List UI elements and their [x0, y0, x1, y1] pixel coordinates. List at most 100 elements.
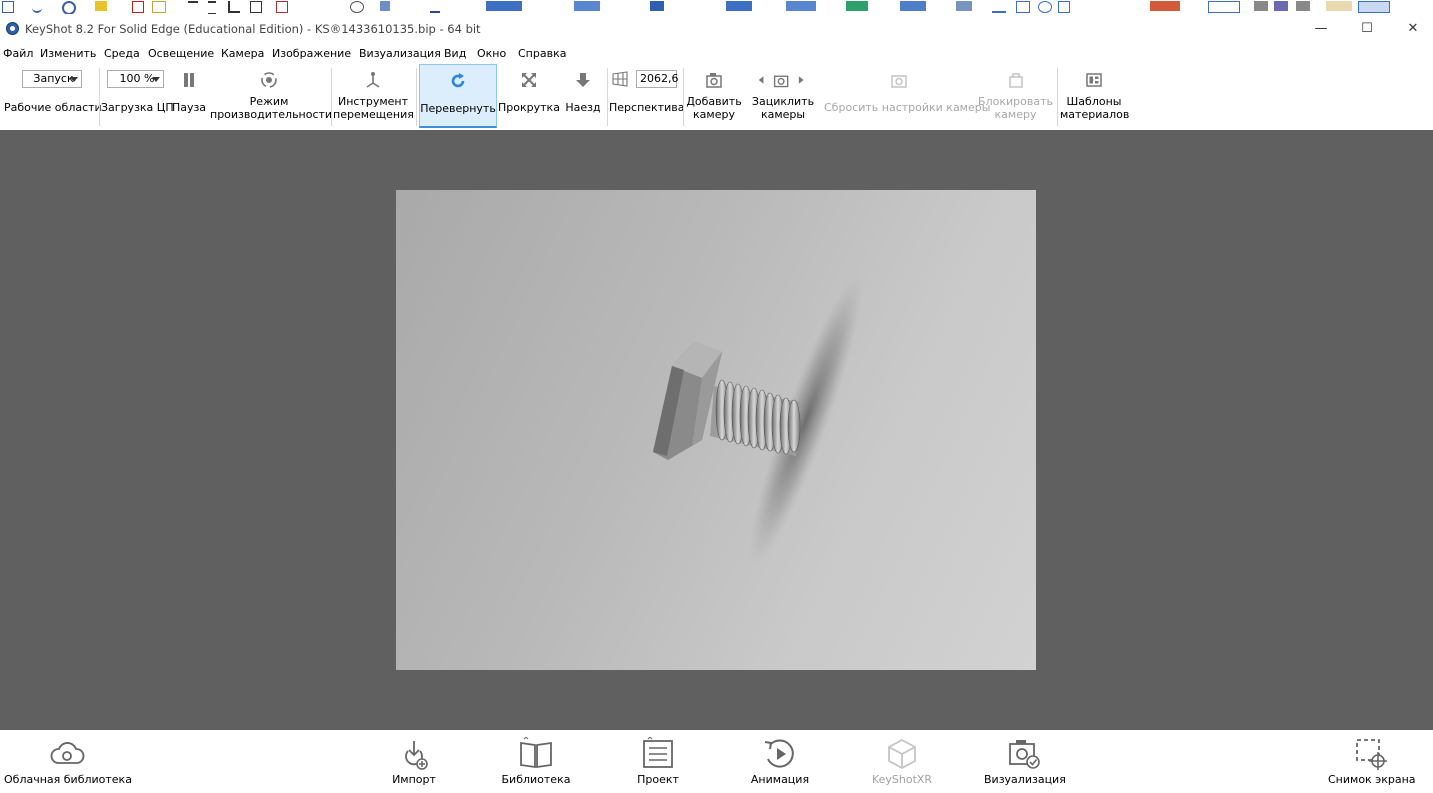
keyshotxr-label: KeyShotXR — [871, 773, 933, 786]
lock-camera-button[interactable]: Блокировать камеру — [978, 64, 1053, 128]
minimize-button[interactable]: — — [1298, 14, 1344, 44]
move-tool-icon — [366, 72, 380, 88]
ribbon-fragment-icon — [1058, 1, 1070, 13]
pause-icon — [184, 73, 194, 87]
ribbon-fragment-icon — [208, 1, 216, 14]
cpu-usage-label: Загрузка ЦП — [101, 101, 174, 114]
menu-window[interactable]: Окно — [477, 47, 506, 60]
dolly-button[interactable]: Наезд — [562, 64, 604, 128]
maximize-button[interactable]: ☐ — [1344, 14, 1390, 44]
move-tool-button[interactable]: Инструмент перемещения — [333, 64, 414, 128]
toolbar-divider — [607, 68, 608, 126]
performance-label: Режим производительности — [210, 95, 333, 121]
ribbon-fragment-icon — [2, 1, 14, 13]
keyshotxr-button[interactable]: KeyShotXR — [868, 730, 936, 793]
ribbon-fragment-icon — [574, 1, 600, 11]
cpu-usage-group: 100 % Загрузка ЦП — [101, 64, 174, 128]
perspective-icon — [612, 71, 628, 87]
add-camera-icon — [706, 73, 722, 88]
material-templates-icon — [1086, 73, 1102, 87]
menu-lighting[interactable]: Освещение — [148, 47, 214, 60]
ribbon-fragment-icon — [650, 1, 664, 11]
dolly-label: Наезд — [565, 101, 601, 114]
render-icon — [1009, 740, 1040, 769]
pause-button[interactable]: Пауза — [170, 64, 208, 128]
menu-help[interactable]: Справка — [518, 47, 566, 60]
import-icon — [405, 741, 428, 770]
ribbon-fragment-icon — [1296, 1, 1310, 11]
workspaces-label: Рабочие области — [4, 101, 102, 114]
cycle-camera-button[interactable]: Зациклить камеры — [748, 64, 818, 128]
viewport[interactable] — [0, 130, 1433, 730]
menu-environment[interactable]: Среда — [104, 47, 140, 60]
toolbar-divider — [683, 68, 684, 126]
reset-camera-icon — [891, 75, 907, 88]
cpu-usage-dropdown[interactable]: 100 % — [107, 70, 164, 88]
render-button[interactable]: Визуализация — [984, 730, 1066, 793]
reset-camera-label: Сбросить настройки камеры — [824, 101, 991, 114]
ribbon-fragment-icon — [250, 1, 262, 13]
tumble-button[interactable]: Перевернуть — [419, 64, 497, 128]
title-bar: KeyShot 8.2 For Solid Edge (Educational … — [0, 14, 1433, 44]
performance-mode-button[interactable]: Режим производительности — [210, 64, 333, 128]
cloud-library-icon — [50, 742, 85, 764]
ribbon-fragment-icon — [726, 1, 752, 11]
ribbon-fragment-icon — [1208, 1, 1240, 13]
tumble-icon — [451, 73, 465, 88]
ribbon-fragment-icon — [32, 1, 42, 13]
ribbon-fragment-icon — [350, 1, 364, 13]
animation-label: Анимация — [750, 773, 810, 786]
ribbon-fragment-icon — [992, 1, 1006, 13]
menu-render[interactable]: Визуализация — [359, 47, 441, 60]
cloud-library-label: Облачная библиотека — [4, 773, 132, 786]
library-button[interactable]: Библиотека — [500, 730, 572, 793]
screenshot-label: Снимок экрана — [1328, 773, 1416, 786]
ribbon-fragment-icon — [900, 1, 926, 11]
reset-camera-button[interactable]: Сбросить настройки камеры — [824, 64, 991, 128]
screenshot-button[interactable]: Снимок экрана — [1328, 730, 1416, 793]
add-camera-label: Добавить камеру — [686, 95, 742, 121]
project-label: Проект — [637, 773, 679, 786]
ribbon-fragment-icon — [62, 1, 76, 14]
import-button[interactable]: Импорт — [388, 730, 440, 793]
material-templates-button[interactable]: Шаблоны материалов — [1060, 64, 1129, 128]
keyshot-app-icon — [6, 22, 19, 35]
pan-label: Прокрутка — [498, 101, 560, 114]
menu-camera[interactable]: Камера — [221, 47, 264, 60]
ribbon-fragment-icon — [380, 1, 390, 11]
ribbon-fragment-icon — [228, 1, 240, 13]
ribbon-fragment-icon — [152, 1, 166, 13]
cloud-library-button[interactable]: Облачная библиотека — [4, 730, 132, 793]
move-tool-label: Инструмент перемещения — [333, 95, 414, 121]
menu-edit[interactable]: Изменить — [40, 47, 96, 60]
close-button[interactable]: ✕ — [1390, 14, 1433, 44]
chevron-down-icon — [70, 77, 78, 82]
ribbon-fragment-icon — [1038, 1, 1052, 13]
workspace-dropdown[interactable]: Запуск — [22, 70, 82, 88]
pan-button[interactable]: Прокрутка — [498, 64, 560, 128]
menu-view[interactable]: Вид — [444, 47, 466, 60]
project-button[interactable]: Проект — [630, 730, 686, 793]
perspective-group: 2062,6 Перспектива — [609, 64, 685, 128]
perspective-input[interactable]: 2062,6 — [636, 70, 679, 88]
host-app-ribbon-strip — [0, 0, 1433, 15]
animation-icon — [764, 739, 794, 768]
add-camera-button[interactable]: Добавить камеру — [685, 64, 743, 128]
ribbon-fragment-icon — [1016, 1, 1030, 13]
workspaces-group: Запуск Рабочие области — [4, 64, 102, 128]
render-view[interactable] — [396, 190, 1036, 670]
ribbon-fragment-icon — [1150, 1, 1180, 11]
cycle-camera-icon — [758, 75, 804, 88]
ribbon-fragment-icon — [956, 1, 972, 11]
chevron-down-icon — [152, 77, 160, 82]
ribbon-fragment-icon — [276, 1, 288, 13]
toolbar-divider — [1057, 68, 1058, 126]
bolt-render — [653, 274, 863, 566]
dolly-icon — [576, 73, 590, 87]
animation-button[interactable]: Анимация — [746, 730, 814, 793]
toolbar: Запуск Рабочие области 100 % Загрузка ЦП… — [0, 64, 1433, 131]
menu-image[interactable]: Изображение — [272, 47, 351, 60]
menu-file[interactable]: Файл — [3, 47, 33, 60]
perspective-label: Перспектива — [609, 101, 685, 114]
window-title: KeyShot 8.2 For Solid Edge (Educational … — [25, 22, 481, 36]
